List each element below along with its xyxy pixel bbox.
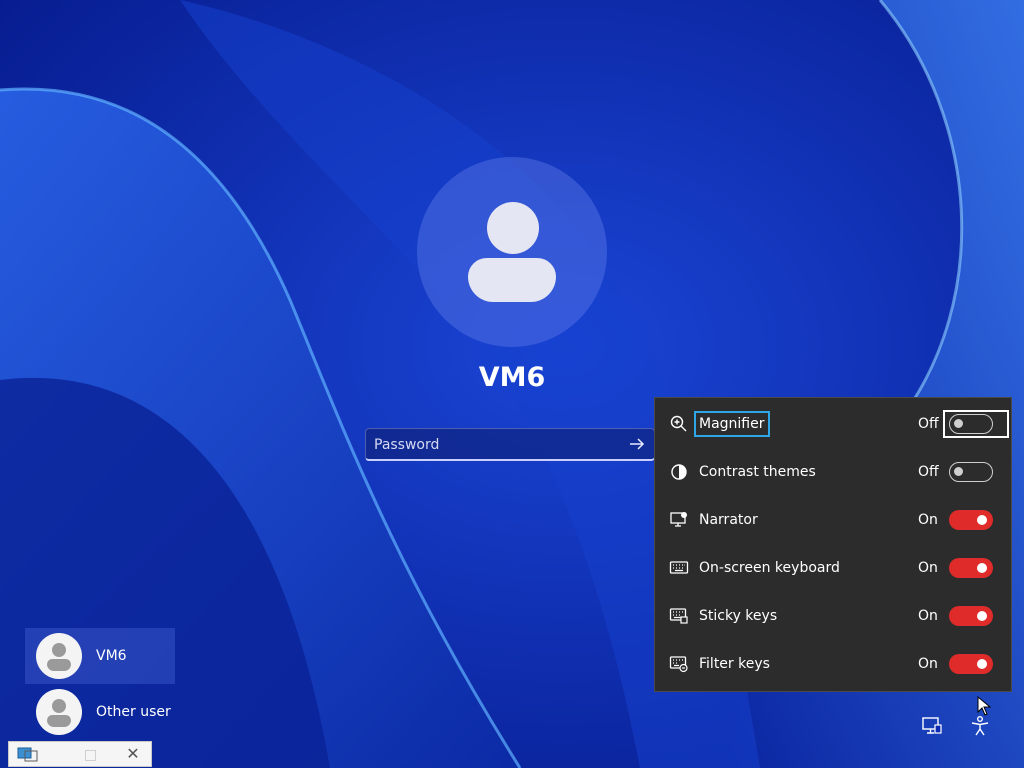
- network-icon[interactable]: [921, 716, 943, 736]
- accessibility-flyout: Magnifier Off Contrast themes Off Narrat…: [654, 397, 1012, 692]
- user-avatar-small: [36, 689, 82, 735]
- a11y-row-magnifier[interactable]: Magnifier Off: [655, 400, 1011, 448]
- remote-session-bar: ✕: [8, 741, 152, 767]
- a11y-row-sticky-keys[interactable]: Sticky keys On: [655, 592, 1011, 640]
- password-field-container: [365, 428, 655, 461]
- remote-desktop-icon[interactable]: [17, 747, 39, 762]
- filter-keys-toggle[interactable]: [949, 654, 993, 674]
- a11y-label: Sticky keys: [699, 608, 778, 624]
- user-avatar-small: [36, 633, 82, 679]
- magnifier-icon: [670, 415, 687, 432]
- filter-keys-icon: [669, 656, 688, 673]
- a11y-label: Narrator: [699, 512, 758, 528]
- keyboard-icon: [669, 561, 689, 574]
- user-avatar-large: [417, 157, 607, 347]
- narrator-toggle[interactable]: [949, 510, 993, 530]
- user-item-vm6[interactable]: VM6: [25, 628, 175, 684]
- a11y-row-contrast-themes[interactable]: Contrast themes Off: [655, 448, 1011, 496]
- a11y-state: Off: [918, 464, 939, 480]
- a11y-state: On: [918, 608, 938, 624]
- username-title: VM6: [478, 362, 546, 393]
- sticky-keys-toggle[interactable]: [949, 606, 993, 626]
- password-input[interactable]: [366, 429, 626, 461]
- a11y-state: On: [918, 512, 938, 528]
- focus-indicator: [943, 410, 1009, 438]
- a11y-row-filter-keys[interactable]: Filter keys On: [655, 640, 1011, 688]
- a11y-label: Contrast themes: [699, 464, 816, 480]
- submit-arrow-icon[interactable]: [628, 435, 646, 453]
- narrator-icon: [670, 512, 687, 527]
- avatar-head: [487, 202, 539, 254]
- on-screen-keyboard-toggle[interactable]: [949, 558, 993, 578]
- user-switcher: VM6 Other user: [25, 628, 175, 740]
- a11y-label: On-screen keyboard: [699, 560, 840, 576]
- accessibility-icon[interactable]: [970, 715, 990, 737]
- avatar-body: [468, 258, 556, 302]
- maximize-icon[interactable]: [85, 750, 96, 761]
- a11y-state: On: [918, 656, 938, 672]
- user-name: Other user: [96, 704, 171, 720]
- contrast-themes-toggle[interactable]: [949, 462, 993, 482]
- contrast-icon: [671, 464, 687, 480]
- close-icon[interactable]: ✕: [123, 744, 143, 764]
- a11y-row-on-screen-keyboard[interactable]: On-screen keyboard On: [655, 544, 1011, 592]
- user-item-other[interactable]: Other user: [25, 684, 175, 740]
- a11y-state: On: [918, 560, 938, 576]
- mouse-cursor-icon: [977, 696, 991, 716]
- a11y-label: Magnifier: [694, 411, 770, 437]
- a11y-label: Filter keys: [699, 656, 770, 672]
- sticky-keys-icon: [669, 608, 688, 624]
- a11y-state: Off: [918, 416, 939, 432]
- a11y-row-narrator[interactable]: Narrator On: [655, 496, 1011, 544]
- user-name: VM6: [96, 648, 127, 664]
